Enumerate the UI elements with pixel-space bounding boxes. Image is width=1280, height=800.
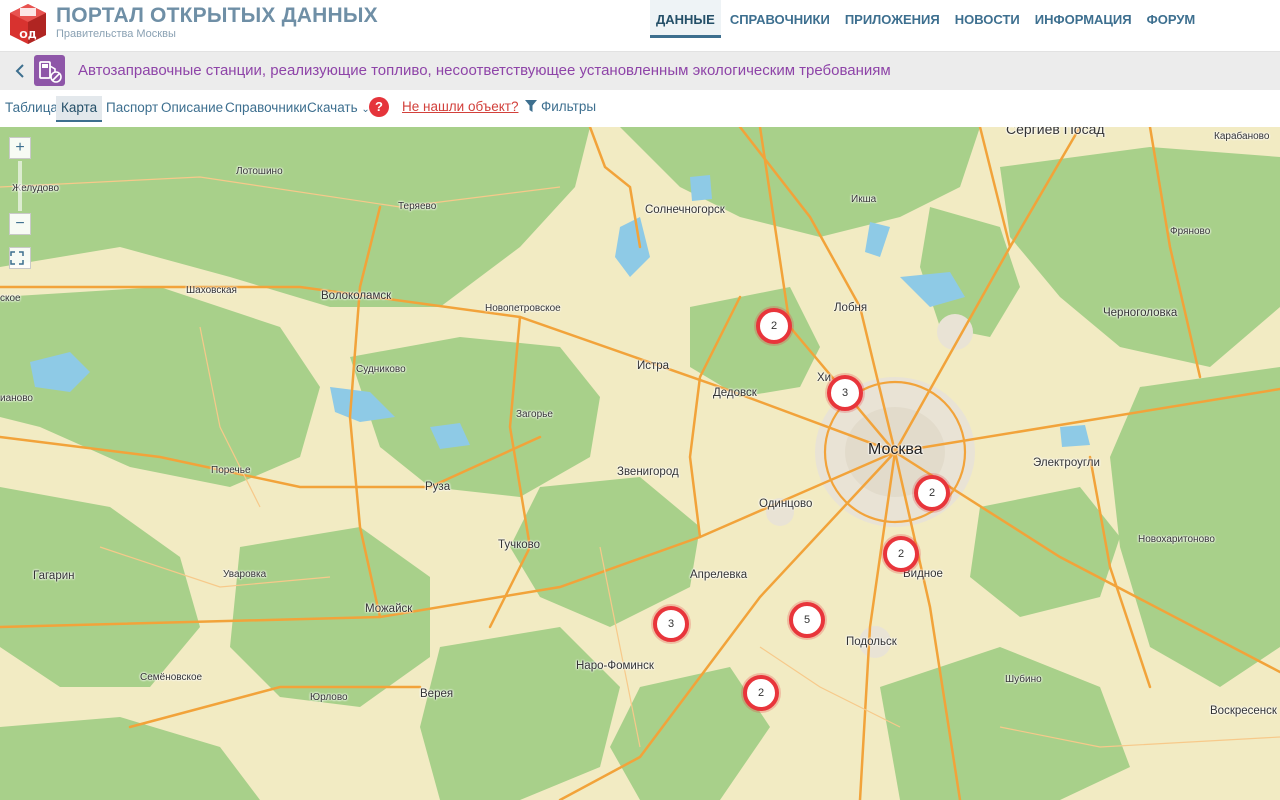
place-shakhovskaya: Шаховская bbox=[186, 285, 237, 296]
nav-apps[interactable]: ПРИЛОЖЕНИЯ bbox=[839, 0, 946, 35]
place-vereya: Верея bbox=[420, 688, 454, 700]
place-left-edge-2: ианово bbox=[0, 393, 33, 404]
place-mozhaysk: Можайск bbox=[365, 603, 413, 615]
place-dedovsk: Дедовск bbox=[713, 387, 757, 399]
fullscreen-icon bbox=[10, 251, 24, 265]
place-porechye: Поречье bbox=[211, 465, 251, 476]
map-cluster[interactable]: 2 bbox=[743, 675, 779, 711]
portal-subtitle: Правительства Москвы bbox=[56, 28, 176, 40]
place-karabanovo: Карабаново bbox=[1214, 131, 1270, 142]
nav-data[interactable]: ДАННЫЕ bbox=[650, 0, 721, 38]
zoom-in-button[interactable]: + bbox=[9, 137, 31, 159]
dataset-title: Автозаправочные станции, реализующие топ… bbox=[78, 62, 891, 79]
tab-references[interactable]: Справочники bbox=[220, 96, 312, 120]
place-fryanovo: Фряново bbox=[1170, 226, 1211, 237]
place-chernogolovka: Черноголовка bbox=[1103, 307, 1178, 319]
place-odintsovo: Одинцово bbox=[759, 498, 813, 510]
place-yurlovo: Юрлово bbox=[310, 692, 348, 703]
tab-passport[interactable]: Паспорт bbox=[101, 96, 163, 120]
map-cluster[interactable]: 2 bbox=[883, 536, 919, 572]
map-cluster[interactable]: 5 bbox=[789, 602, 825, 638]
place-elektrougli: Электроугли bbox=[1033, 457, 1100, 469]
nav-references[interactable]: СПРАВОЧНИКИ bbox=[724, 0, 836, 35]
nav-info[interactable]: ИНФОРМАЦИЯ bbox=[1029, 0, 1138, 35]
dataset-tabs: Таблица Карта Паспорт Описание Справочни… bbox=[0, 90, 1280, 127]
place-podolsk: Подольск bbox=[846, 636, 897, 648]
place-voskresensk: Воскресенск bbox=[1210, 705, 1277, 717]
place-sudnikovo: Судниково bbox=[356, 364, 406, 375]
place-tuchkovo: Тучково bbox=[498, 539, 541, 551]
logo-text: ОД bbox=[19, 30, 37, 41]
place-lobnya: Лобня bbox=[834, 302, 868, 314]
place-gagarin: Гагарин bbox=[33, 570, 75, 582]
place-sergiev-posad: Сергиев Посад bbox=[1006, 127, 1105, 137]
place-left-edge-1: ское bbox=[0, 293, 21, 304]
tab-table[interactable]: Таблица bbox=[0, 96, 63, 120]
fullscreen-button[interactable] bbox=[9, 247, 31, 269]
zoom-out-button[interactable]: − bbox=[9, 213, 31, 235]
map-cluster[interactable]: 2 bbox=[756, 308, 792, 344]
place-novokharitonovo: Новохаритоново bbox=[1138, 534, 1215, 545]
top-header: ОД ПОРТАЛ ОТКРЫТЫХ ДАННЫХ Правительства … bbox=[0, 0, 1280, 52]
download-label: Скачать bbox=[307, 100, 358, 115]
filters-button[interactable]: Фильтры bbox=[525, 99, 596, 114]
chevron-left-icon[interactable] bbox=[10, 60, 30, 82]
place-zagorye: Загорье bbox=[516, 409, 553, 420]
zoom-slider-track[interactable] bbox=[18, 161, 22, 211]
place-aprelevka: Апрелевка bbox=[690, 569, 748, 581]
place-semenovskoe: Семёновское bbox=[140, 672, 203, 683]
map-cluster[interactable]: 3 bbox=[653, 606, 689, 642]
place-moskva: Москва bbox=[868, 441, 923, 458]
map-view[interactable]: Сергиев Посад Карабаново Лотошино Желудо… bbox=[0, 127, 1280, 800]
portal-title[interactable]: ПОРТАЛ ОТКРЫТЫХ ДАННЫХ bbox=[56, 4, 378, 28]
tab-description[interactable]: Описание bbox=[156, 96, 228, 120]
place-ruza: Руза bbox=[425, 481, 451, 493]
filters-label: Фильтры bbox=[541, 99, 597, 114]
portal-logo[interactable]: ОД bbox=[6, 2, 50, 46]
help-button[interactable]: ? bbox=[369, 97, 389, 117]
funnel-icon bbox=[525, 100, 537, 112]
nav-news[interactable]: НОВОСТИ bbox=[949, 0, 1026, 35]
place-novopetrovskoe: Новопетровское bbox=[485, 303, 561, 314]
tab-map[interactable]: Карта bbox=[56, 96, 103, 122]
dataset-title-bar: Автозаправочные станции, реализующие топ… bbox=[0, 52, 1280, 90]
place-uvarovka: Уваровка bbox=[223, 569, 267, 580]
place-solnechnogorsk: Солнечногорск bbox=[645, 204, 725, 216]
main-nav: ДАННЫЕ СПРАВОЧНИКИ ПРИЛОЖЕНИЯ НОВОСТИ ИН… bbox=[650, 0, 1204, 52]
place-volokolamsk: Волоколамск bbox=[321, 290, 392, 302]
place-zvenigorod: Звенигород bbox=[617, 466, 679, 478]
not-found-link[interactable]: Не нашли объект? bbox=[402, 99, 518, 114]
place-istra: Истра bbox=[637, 360, 670, 372]
tab-download[interactable]: Скачать ⌄ bbox=[302, 96, 375, 120]
place-shubino: Шубино bbox=[1005, 674, 1042, 685]
map-cluster[interactable]: 2 bbox=[914, 475, 950, 511]
place-iksha: Икша bbox=[851, 194, 877, 205]
map-cluster[interactable]: 3 bbox=[827, 375, 863, 411]
fuel-pump-icon bbox=[34, 55, 65, 86]
place-lotoshino: Лотошино bbox=[236, 166, 283, 177]
place-naro-fominsk: Наро-Фоминск bbox=[576, 660, 654, 672]
place-teryaevo: Теряево bbox=[398, 201, 437, 212]
nav-forum[interactable]: ФОРУМ bbox=[1141, 0, 1202, 35]
